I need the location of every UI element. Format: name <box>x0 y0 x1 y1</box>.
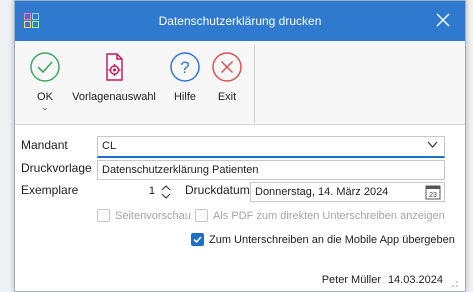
help-button[interactable]: ? Hilfe <box>167 51 203 117</box>
exit-button[interactable]: Exit <box>209 51 245 117</box>
status-bar: Peter Müller 14.03.2024 <box>15 269 465 291</box>
spinner-icon[interactable] <box>161 185 171 202</box>
preview-checkbox-box[interactable] <box>97 209 110 222</box>
help-icon: ? <box>170 52 200 82</box>
calendar-icon[interactable]: 23 <box>425 184 441 201</box>
template-label: Druckvorlage <box>21 161 92 175</box>
copies-stepper[interactable]: 1 <box>97 182 175 202</box>
copies-label: Exemplare <box>21 183 79 197</box>
copies-value: 1 <box>148 185 155 197</box>
preview-label: Seitenvorschau <box>115 209 191 222</box>
mandant-label: Mandant <box>21 138 68 152</box>
print-date-value: Donnerstag, 14. März 2024 <box>255 186 389 198</box>
template-value: Datenschutzerklärung Patienten <box>102 164 259 176</box>
template-selection-label: Vorlagenauswahl <box>72 91 156 103</box>
exit-icon <box>212 52 242 82</box>
chevron-down-icon: ⌄ <box>41 102 49 112</box>
status-date: 14.03.2024 <box>387 274 443 286</box>
close-icon[interactable] <box>433 10 453 30</box>
print-date-field[interactable]: Donnerstag, 14. März 2024 23 <box>250 182 445 202</box>
help-label: Hilfe <box>173 91 196 103</box>
ribbon-group: OK ⌄ Vorlagenauswahl ? Hilfe Exit <box>19 45 255 123</box>
mobile-app-label: Zum Unterschreiben an die Mobile App übe… <box>209 233 455 246</box>
template-field[interactable]: Datenschutzerklärung Patienten <box>97 160 445 180</box>
mandant-value: CL <box>102 140 117 152</box>
preview-checkbox[interactable]: Seitenvorschau <box>97 209 191 222</box>
print-date-label: Druckdatum <box>185 183 250 197</box>
pdf-checkbox-box[interactable] <box>195 209 208 222</box>
window-title: Datenschutzerklärung drucken <box>158 14 322 28</box>
ok-button[interactable]: OK ⌄ <box>25 51 65 117</box>
mandant-select[interactable]: CL <box>97 136 445 158</box>
check-circle-icon <box>30 52 60 82</box>
ribbon-toolbar: OK ⌄ Vorlagenauswahl ? Hilfe Exit <box>15 41 465 125</box>
mobile-app-checkbox-box[interactable] <box>191 233 204 246</box>
chevron-down-icon[interactable] <box>427 139 438 153</box>
pdf-checkbox[interactable]: Als PDF zum direkten Unterschreiben anze… <box>195 209 445 222</box>
document-gear-icon <box>106 53 123 81</box>
calendar-day: 23 <box>429 192 437 199</box>
exit-label: Exit <box>217 91 237 103</box>
pdf-label: Als PDF zum direkten Unterschreiben anze… <box>213 209 445 222</box>
title-bar: Datenschutzerklärung drucken <box>15 1 465 41</box>
svg-text:?: ? <box>180 58 189 77</box>
mobile-app-checkbox[interactable]: Zum Unterschreiben an die Mobile App übe… <box>191 233 455 246</box>
resize-grip-icon[interactable] <box>451 279 459 291</box>
template-selection-button[interactable]: Vorlagenauswahl <box>71 51 157 117</box>
status-user: Peter Müller <box>321 274 381 286</box>
print-dialog: Datenschutzerklärung drucken OK ⌄ Vorlag… <box>14 0 466 292</box>
checkmark-icon <box>193 236 202 244</box>
